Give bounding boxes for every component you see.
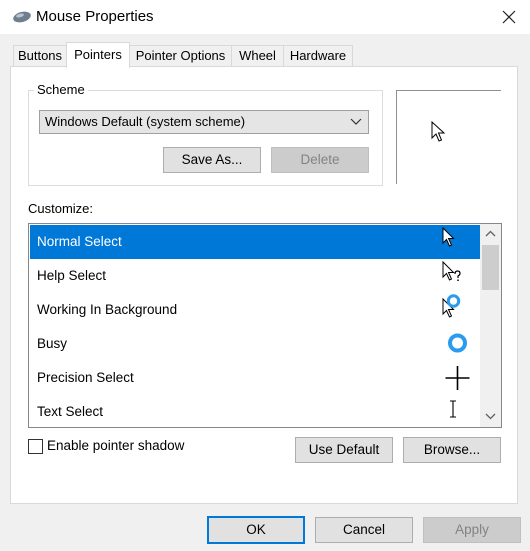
browse-button[interactable]: Browse... <box>403 437 501 463</box>
tab-wheel[interactable]: Wheel <box>231 45 284 66</box>
list-item-label: Busy <box>37 336 68 351</box>
delete-button[interactable]: Delete <box>271 147 369 173</box>
arrow-cursor-icon <box>442 226 455 247</box>
cursor-preview <box>396 90 501 184</box>
save-as-button[interactable]: Save As... <box>163 147 261 173</box>
cursor-list[interactable]: Normal Select Help Select Working In Bac… <box>28 223 502 428</box>
busy-cursor-icon <box>448 333 467 353</box>
scroll-thumb[interactable] <box>482 245 499 290</box>
tab-pointer-options[interactable]: Pointer Options <box>129 45 232 66</box>
ibeam-cursor-icon <box>450 400 456 418</box>
scroll-up-arrow-icon[interactable] <box>480 224 501 245</box>
use-default-button[interactable]: Use Default <box>295 437 393 463</box>
tab-pointers[interactable]: Pointers <box>66 42 130 68</box>
list-item-label: Precision Select <box>37 370 134 385</box>
cancel-button[interactable]: Cancel <box>315 517 413 543</box>
tab-buttons[interactable]: Buttons <box>13 45 67 66</box>
pointer-shadow-checkbox[interactable] <box>28 439 43 454</box>
scheme-select[interactable]: Windows Default (system scheme) <box>39 110 369 134</box>
help-cursor-icon <box>442 260 461 281</box>
close-button[interactable] <box>496 4 522 30</box>
list-item[interactable]: Busy <box>30 327 480 361</box>
close-icon <box>502 10 516 24</box>
pointer-shadow-label: Enable pointer shadow <box>47 438 185 453</box>
list-item[interactable]: Precision Select <box>30 361 480 395</box>
mouse-icon <box>13 11 31 23</box>
list-scrollbar[interactable] <box>480 224 501 427</box>
list-item-label: Working In Background <box>37 302 178 317</box>
list-item-label: Text Select <box>37 404 104 419</box>
list-item[interactable]: Help Select <box>30 259 480 293</box>
scheme-select-value: Windows Default (system scheme) <box>45 114 246 129</box>
apply-button[interactable]: Apply <box>423 517 521 543</box>
crosshair-cursor-icon <box>445 366 470 390</box>
ok-button[interactable]: OK <box>207 516 305 544</box>
title-bar: Mouse Properties <box>0 0 530 34</box>
window-title: Mouse Properties <box>36 8 154 25</box>
tab-hardware[interactable]: Hardware <box>283 45 353 66</box>
chevron-down-icon <box>350 118 362 125</box>
list-item[interactable]: Working In Background <box>30 293 480 327</box>
scheme-label: Scheme <box>34 82 88 97</box>
working-cursor-icon <box>442 294 461 318</box>
arrow-cursor-icon <box>431 121 446 142</box>
scroll-down-arrow-icon[interactable] <box>480 406 501 427</box>
list-item-label: Help Select <box>37 268 107 283</box>
customize-label: Customize: <box>28 201 94 216</box>
list-item[interactable]: Text Select <box>30 395 480 427</box>
list-item-label: Normal Select <box>37 234 122 249</box>
list-item[interactable]: Normal Select <box>30 225 480 259</box>
